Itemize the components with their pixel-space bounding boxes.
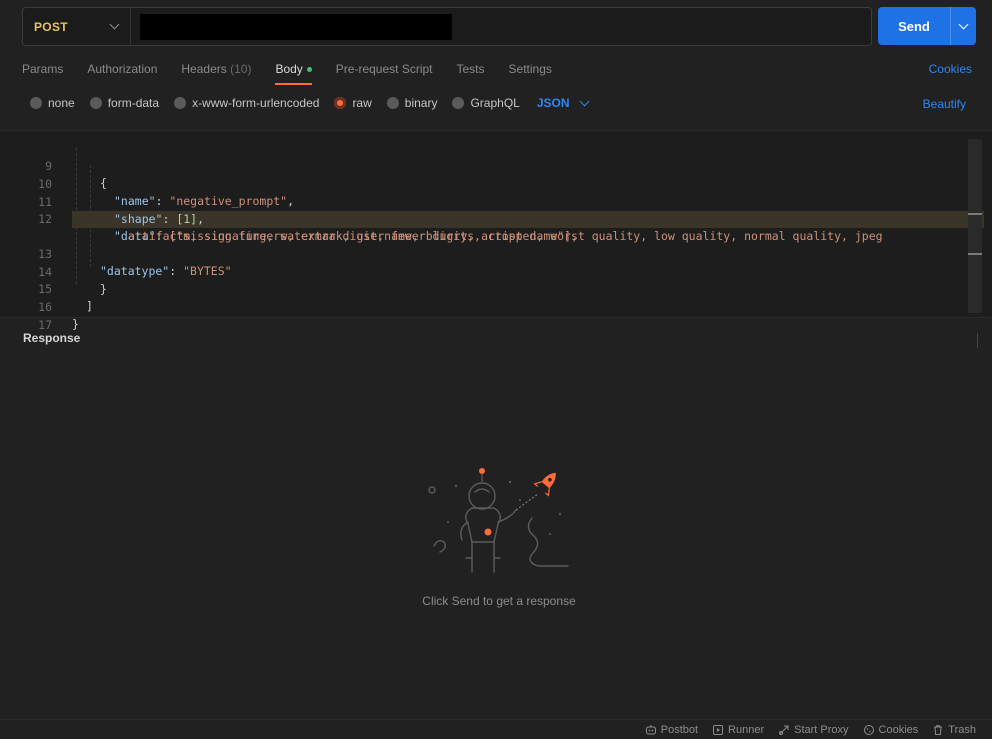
code-line: 17 bbox=[0, 300, 992, 332]
tab-label: Settings bbox=[508, 62, 552, 76]
radio-label: form-data bbox=[107, 96, 160, 110]
chevron-down-icon bbox=[977, 333, 978, 348]
scroll-marker bbox=[968, 213, 982, 215]
url-input[interactable] bbox=[140, 13, 452, 40]
tab-tests[interactable]: Tests bbox=[457, 62, 485, 86]
astronaut-illustration-icon bbox=[428, 468, 569, 573]
chevron-down-icon bbox=[109, 19, 120, 30]
send-button[interactable]: Send bbox=[878, 7, 976, 45]
method-label: POST bbox=[34, 19, 68, 34]
format-label: JSON bbox=[536, 96, 570, 110]
start-proxy-button[interactable]: Start Proxy bbox=[778, 723, 849, 736]
radio-none[interactable]: none bbox=[30, 96, 75, 110]
radio-label: binary bbox=[404, 96, 438, 110]
code-line: 14 } bbox=[0, 247, 992, 296]
send-options-button[interactable] bbox=[950, 7, 976, 45]
radio-circle[interactable] bbox=[452, 97, 465, 109]
radio-label: none bbox=[48, 96, 75, 110]
beautify-button[interactable]: Beautify bbox=[923, 97, 966, 111]
radio-circle[interactable] bbox=[386, 97, 399, 109]
radio-circle[interactable] bbox=[174, 97, 187, 109]
tab-label: Body bbox=[275, 62, 303, 76]
tab-label: Authorization bbox=[87, 62, 158, 76]
tab-label: Headers bbox=[181, 62, 227, 76]
radio-label: GraphQL bbox=[470, 96, 520, 110]
statusbar-label: Postbot bbox=[660, 723, 699, 736]
cookies-link[interactable]: Cookies bbox=[929, 62, 972, 76]
code-line: 12 "data": ["missing fingers, extra digi… bbox=[0, 194, 992, 243]
radio-circle[interactable] bbox=[30, 97, 42, 109]
statusbar-label: Runner bbox=[728, 723, 765, 736]
cookie-icon bbox=[863, 724, 874, 735]
tab-label: Tests bbox=[456, 62, 485, 76]
radio-binary[interactable]: binary bbox=[386, 96, 438, 110]
code-line: 10 "name": "negative_prompt", bbox=[0, 159, 992, 208]
response-collapse-toggle[interactable] bbox=[977, 333, 978, 348]
runner-icon bbox=[713, 724, 724, 735]
statusbar-label: Trash bbox=[948, 723, 976, 736]
tab-pre-request-script[interactable]: Pre-request Script bbox=[336, 62, 433, 86]
headers-count: (10) bbox=[230, 62, 252, 76]
request-tabs: Params Authorization Headers (10) Body P… bbox=[22, 62, 576, 86]
cookies-button[interactable]: Cookies bbox=[863, 723, 919, 736]
tab-settings[interactable]: Settings bbox=[509, 62, 552, 86]
radio-circle[interactable] bbox=[334, 97, 347, 109]
radio-form-data[interactable]: form-data bbox=[89, 96, 160, 110]
postbot-icon bbox=[645, 724, 656, 734]
proxy-icon bbox=[779, 725, 789, 735]
postbot-button[interactable]: Postbot bbox=[645, 724, 698, 736]
code-line: 11 "shape": [1], bbox=[0, 177, 992, 226]
trash-button[interactable]: Trash bbox=[932, 724, 976, 736]
method-select[interactable]: POST bbox=[23, 8, 131, 45]
body-indicator-dot bbox=[306, 67, 312, 73]
tab-body[interactable]: Body bbox=[275, 62, 313, 86]
code-editor[interactable]: 9 { 10 "name": "negative_prompt", 11 "sh… bbox=[0, 130, 992, 332]
code-line: 15 ] bbox=[0, 264, 992, 313]
tab-authorization[interactable]: Authorization bbox=[87, 62, 157, 86]
radio-label: raw bbox=[352, 96, 372, 110]
body-type-selector: none form-data x-www-form-urlencoded raw… bbox=[30, 96, 589, 110]
chevron-down-icon bbox=[958, 19, 969, 29]
statusbar-label: Start Proxy bbox=[794, 723, 849, 736]
code-line: 16 } bbox=[0, 282, 992, 331]
scroll-marker bbox=[968, 253, 982, 255]
statusbar-label: Cookies bbox=[878, 723, 919, 736]
response-title: Response bbox=[23, 331, 81, 345]
format-select[interactable]: JSON bbox=[536, 96, 589, 110]
radio-label: x-www-form-urlencoded bbox=[192, 96, 320, 110]
radio-x-www-form-urlencoded[interactable]: x-www-form-urlencoded bbox=[174, 96, 319, 110]
tab-params[interactable]: Params bbox=[22, 62, 63, 86]
code-line-wrapped: artifacts, signature, watermark, usernam… bbox=[0, 211, 992, 243]
send-label[interactable]: Send bbox=[878, 7, 950, 45]
tab-label: Params bbox=[22, 62, 64, 76]
request-bar: POST bbox=[22, 7, 872, 46]
runner-button[interactable]: Runner bbox=[712, 724, 764, 736]
radio-circle[interactable] bbox=[89, 97, 102, 109]
tab-headers[interactable]: Headers (10) bbox=[181, 62, 251, 86]
status-bar: Postbot Runner Start Proxy Cookies Trash bbox=[0, 719, 992, 739]
tab-label: Pre-request Script bbox=[335, 62, 433, 76]
trash-icon bbox=[934, 724, 943, 735]
code-line: 9 { bbox=[0, 141, 992, 190]
code-line: 13 "datatype": "BYTES" bbox=[0, 229, 992, 278]
empty-response-message: Click Send to get a response bbox=[422, 594, 576, 608]
radio-raw[interactable]: raw bbox=[334, 96, 372, 110]
editor-scrollbar[interactable] bbox=[968, 139, 982, 313]
chevron-down-icon bbox=[579, 96, 589, 106]
radio-graphql[interactable]: GraphQL bbox=[452, 96, 520, 110]
